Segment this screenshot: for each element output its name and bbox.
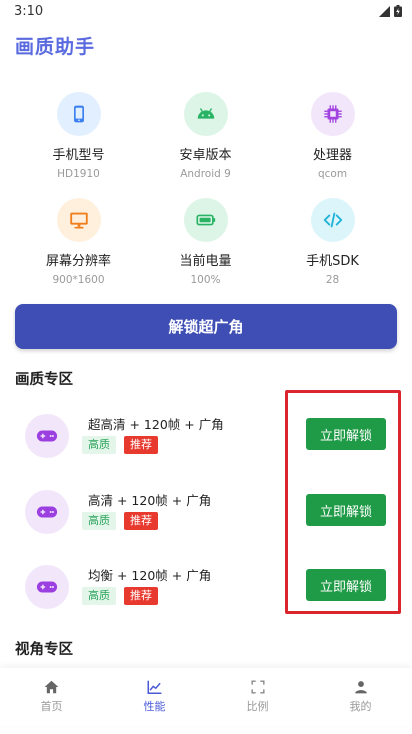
mode-name: 超高清 + 120帧 + 广角	[88, 417, 224, 432]
unlock-wide-angle-button[interactable]: 解锁超广角	[15, 304, 397, 349]
info-label: 手机型号	[52, 148, 105, 163]
phone-icon	[56, 92, 101, 136]
app-title: 画质助手	[15, 36, 96, 58]
info-value: qcom	[317, 168, 348, 180]
info-label: 处理器	[312, 148, 352, 163]
status-bar: 3:10	[0, 0, 412, 24]
gamepad-icon	[25, 490, 69, 534]
nav-home[interactable]: 首页	[0, 668, 103, 726]
info-label: 安卓版本	[179, 148, 232, 163]
gamepad-icon	[25, 414, 69, 458]
info-resolution: 屏幕分辨率 900*1600	[10, 198, 147, 286]
info-value: 28	[325, 274, 340, 286]
info-label: 当前电量	[179, 254, 232, 269]
signal-icon	[379, 5, 390, 17]
status-icons	[379, 5, 402, 17]
tag-recommend: 推荐	[124, 512, 158, 530]
home-icon	[44, 680, 59, 694]
gamepad-icon	[25, 565, 69, 609]
battery-icon	[183, 198, 228, 242]
battery-status-icon	[394, 5, 402, 17]
highlight-annotation-box	[285, 390, 401, 614]
nav-label: 首页	[40, 700, 63, 713]
info-value: 100%	[190, 274, 221, 286]
tag-quality: 高质	[82, 512, 116, 530]
view-section-title: 视角专区	[15, 642, 73, 658]
info-value: Android 9	[180, 168, 231, 180]
nav-label: 性能	[143, 700, 166, 713]
bottom-nav: 首页 性能 比例 我的	[0, 668, 412, 726]
monitor-icon	[56, 198, 101, 242]
info-battery: 当前电量 100%	[137, 198, 274, 286]
info-label: 手机SDK	[306, 254, 359, 269]
info-label: 屏幕分辨率	[45, 254, 111, 269]
cpu-icon	[310, 92, 355, 136]
info-processor: 处理器 qcom	[264, 92, 401, 180]
tag-quality: 高质	[82, 587, 116, 605]
nav-performance[interactable]: 性能	[103, 668, 206, 726]
info-phone-model: 手机型号 HD1910	[10, 92, 147, 180]
code-icon	[310, 198, 355, 242]
status-time: 3:10	[14, 4, 44, 19]
nav-mine[interactable]: 我的	[309, 668, 412, 726]
user-icon	[354, 681, 367, 694]
nav-label: 我的	[349, 700, 372, 713]
android-icon	[183, 92, 228, 136]
info-value: HD1910	[57, 168, 100, 180]
quality-section-title: 画质专区	[15, 372, 73, 388]
nav-ratio[interactable]: 比例	[206, 668, 309, 726]
nav-label: 比例	[246, 700, 269, 713]
info-android-version: 安卓版本 Android 9	[137, 92, 274, 180]
tag-recommend: 推荐	[124, 587, 158, 605]
tag-quality: 高质	[82, 436, 116, 454]
mode-name: 均衡 + 120帧 + 广角	[88, 568, 212, 583]
info-sdk: 手机SDK 28	[264, 198, 401, 286]
chart-icon	[147, 680, 162, 694]
tag-recommend: 推荐	[124, 436, 158, 454]
mode-name: 高清 + 120帧 + 广角	[88, 493, 212, 508]
fullscreen-icon	[250, 680, 265, 694]
info-value: 900*1600	[52, 274, 105, 286]
